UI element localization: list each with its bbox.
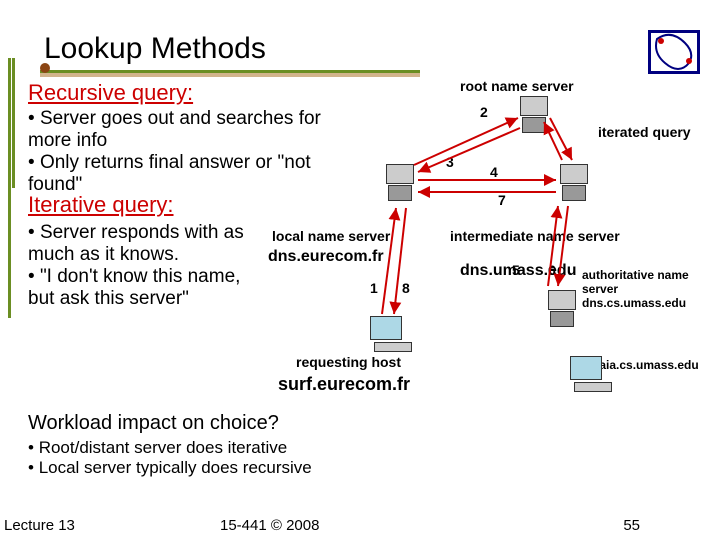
- recursive-bullets: • Server goes out and searches for more …: [28, 108, 348, 195]
- step-4: 4: [490, 164, 498, 180]
- step-7: 7: [498, 192, 506, 208]
- step-8: 8: [402, 280, 410, 296]
- step-6: 6: [548, 262, 556, 278]
- workload-b2: Local server typically does recursive: [39, 458, 312, 477]
- slide-title: Lookup Methods: [44, 32, 266, 66]
- recursive-b2: Only returns final answer or "not found": [28, 152, 311, 195]
- root-server-icon: [520, 96, 548, 134]
- iterative-b1: Server responds with as much as it knows…: [28, 222, 244, 265]
- recursive-b1: Server goes out and searches for more in…: [28, 108, 321, 151]
- footer-left: Lecture 13: [4, 517, 75, 534]
- step-1: 1: [370, 280, 378, 296]
- auth-dns-label: dns.cs.umass.edu: [582, 296, 686, 310]
- local-server-label: local name server: [272, 228, 390, 244]
- auth-server-icon: [548, 290, 576, 328]
- iterative-b2: "I don't know this name, but ask this se…: [28, 266, 240, 309]
- step-3: 3: [446, 154, 454, 170]
- title-underline: [40, 70, 420, 77]
- requesting-host-label: requesting host: [296, 354, 401, 370]
- surf-label: surf.eurecom.fr: [278, 374, 410, 395]
- logo-icon: [648, 30, 700, 74]
- step-2: 2: [480, 104, 488, 120]
- iterated-query-label: iterated query: [598, 124, 691, 140]
- footer-center: 15-441 © 2008: [220, 517, 319, 534]
- slide: Lookup Methods Recursive query: • Server…: [0, 0, 720, 540]
- step-5: 5: [512, 262, 520, 278]
- recursive-heading: Recursive query:: [28, 80, 193, 106]
- local-server-icon: [386, 164, 414, 202]
- workload-heading: Workload impact on choice?: [28, 412, 279, 435]
- footer-right: 55: [623, 517, 640, 534]
- intermediate-server-icon: [560, 164, 588, 202]
- requesting-host-icon: [370, 316, 414, 354]
- gaia-host-icon: [570, 356, 614, 394]
- iterative-heading: Iterative query:: [28, 192, 174, 218]
- auth-server-label: authoritative name server: [582, 268, 720, 296]
- dns-eurecom-label: dns.eurecom.fr: [268, 248, 384, 266]
- workload-bullets: • Root/distant server does iterative • L…: [28, 438, 312, 477]
- intermediate-server-label: intermediate name server: [450, 228, 620, 244]
- root-label: root name server: [460, 78, 574, 94]
- iterative-bullets: • Server responds with as much as it kno…: [28, 222, 258, 309]
- decor-bars: [8, 58, 18, 188]
- workload-b1: Root/distant server does iterative: [39, 438, 288, 457]
